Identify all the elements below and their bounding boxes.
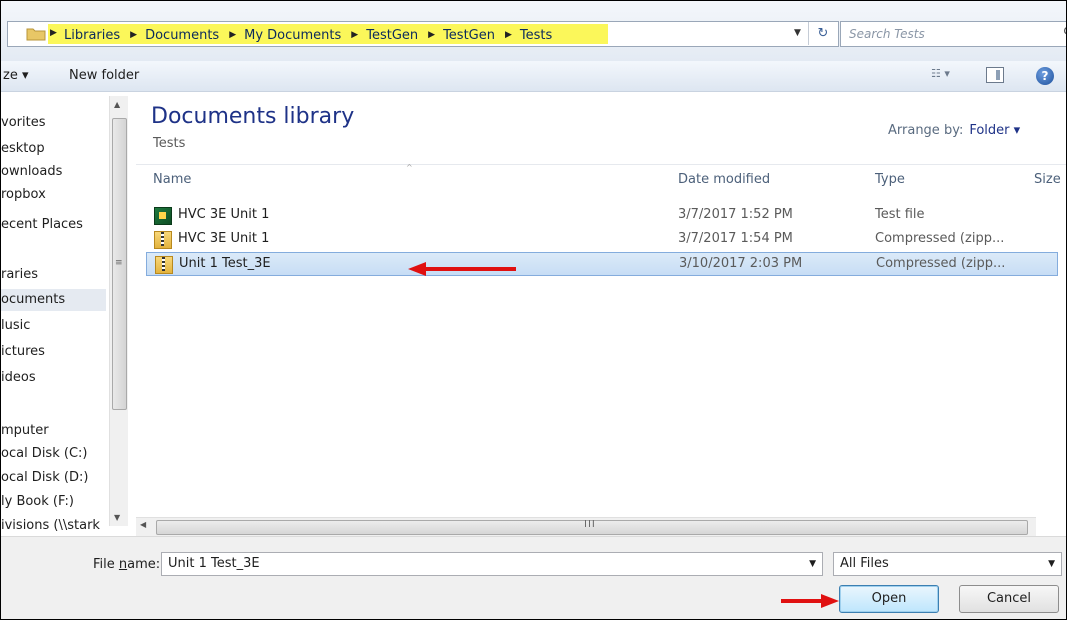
- crumb-testgen-1[interactable]: TestGen: [366, 28, 418, 43]
- preview-pane-icon[interactable]: [986, 67, 1004, 83]
- chevron-right-icon[interactable]: ▶: [505, 30, 512, 40]
- breadcrumb: ▶ Libraries ▶ Documents ▶ My Documents ▶…: [50, 27, 552, 43]
- file-type-filter[interactable]: All Files ▼: [833, 552, 1062, 576]
- horizontal-scrollbar[interactable]: ◀ III: [136, 517, 1036, 536]
- file-row[interactable]: HVC 3E Unit 1 3/7/2017 1:54 PM Compresse…: [146, 228, 1056, 250]
- cancel-button[interactable]: Cancel: [959, 585, 1059, 613]
- arrange-label: Arrange by:: [888, 123, 964, 138]
- chevron-right-icon[interactable]: ▶: [229, 30, 236, 40]
- file-type: Test file: [875, 207, 925, 222]
- file-name-label-pre: File: [93, 557, 119, 572]
- file-name-field[interactable]: Unit 1 Test_3E ▼: [161, 552, 823, 576]
- organize-button[interactable]: ze ▾: [3, 68, 28, 83]
- chevron-right-icon[interactable]: ▶: [428, 30, 435, 40]
- scroll-down-icon[interactable]: ▼: [114, 513, 120, 522]
- search-icon[interactable]: ⚲: [1063, 25, 1066, 41]
- chevron-down-icon[interactable]: ▼: [1048, 559, 1055, 569]
- nav-item-desktop[interactable]: esktop: [1, 138, 106, 160]
- file-name-value: Unit 1 Test_3E: [168, 556, 260, 571]
- nav-item-libraries[interactable]: raries: [1, 264, 106, 286]
- nav-item-local-disk-d[interactable]: ocal Disk (D:): [1, 467, 106, 489]
- crumb-documents[interactable]: Documents: [145, 28, 219, 43]
- file-date: 3/7/2017 1:52 PM: [678, 207, 793, 222]
- chevron-right-icon: ▶: [50, 28, 57, 38]
- help-icon[interactable]: ?: [1036, 67, 1054, 85]
- navigation-pane: vorites esktop ownloads ropbox ecent Pla…: [1, 92, 106, 546]
- refresh-icon[interactable]: ↻: [808, 22, 837, 45]
- column-date-modified[interactable]: Date modified: [678, 172, 770, 187]
- arrange-dropdown[interactable]: Folder ▾: [969, 123, 1020, 138]
- file-type: Compressed (zipp...: [876, 256, 1006, 271]
- file-row-selected[interactable]: Unit 1 Test_3E 3/10/2017 2:03 PM Compres…: [146, 252, 1058, 276]
- library-title: Documents library: [151, 104, 355, 129]
- file-open-dialog: ▶ Libraries ▶ Documents ▶ My Documents ▶…: [0, 0, 1067, 620]
- file-name: HVC 3E Unit 1: [178, 207, 270, 222]
- file-list-pane: Documents library Tests Arrange by: Folde…: [136, 92, 1066, 536]
- nav-scrollbar[interactable]: ▲ ≡ ▼: [109, 96, 128, 526]
- file-name: HVC 3E Unit 1: [178, 231, 270, 246]
- file-name-label-accesskey: n: [118, 557, 128, 572]
- annotation-arrow-icon: [408, 262, 516, 276]
- search-input[interactable]: Search Tests ⚲: [840, 21, 1066, 47]
- arrange-by: Arrange by: Folder ▾: [888, 123, 1020, 138]
- new-folder-button[interactable]: New folder: [69, 68, 139, 83]
- nav-item-computer[interactable]: mputer: [1, 420, 106, 442]
- file-type: Compressed (zipp...: [875, 231, 1005, 246]
- file-date: 3/10/2017 2:03 PM: [679, 256, 803, 271]
- column-headers: ^ Name Date modified Type Size: [136, 163, 1066, 193]
- crumb-tests[interactable]: Tests: [520, 28, 552, 43]
- crumb-testgen-2[interactable]: TestGen: [443, 28, 495, 43]
- nav-item-documents[interactable]: ocuments: [1, 289, 106, 311]
- nav-item-recent-places[interactable]: ecent Places: [1, 214, 106, 236]
- file-name-label-post: ame:: [127, 557, 161, 572]
- views-icon[interactable]: ☷ ▾: [931, 67, 967, 85]
- sort-caret-icon: ^: [406, 163, 413, 172]
- scroll-grip-icon: III: [584, 519, 596, 530]
- nav-item-music[interactable]: lusic: [1, 315, 106, 337]
- filter-value: All Files: [840, 556, 889, 571]
- library-subtitle: Tests: [153, 136, 186, 151]
- nav-item-my-book-f[interactable]: ly Book (F:): [1, 491, 106, 513]
- search-placeholder: Search Tests: [849, 27, 925, 41]
- column-size[interactable]: Size: [1034, 172, 1061, 187]
- column-type[interactable]: Type: [875, 172, 905, 187]
- nav-item-local-disk-c[interactable]: ocal Disk (C:): [1, 443, 106, 465]
- nav-item-dropbox[interactable]: ropbox: [1, 184, 106, 206]
- open-button[interactable]: Open: [839, 585, 939, 613]
- file-date: 3/7/2017 1:54 PM: [678, 231, 793, 246]
- address-dropdown-icon[interactable]: ▼: [794, 28, 801, 38]
- command-bar: ze ▾ New folder ☷ ▾ ?: [1, 61, 1066, 92]
- chevron-down-icon[interactable]: ▼: [809, 559, 816, 569]
- zip-folder-icon: [154, 231, 172, 249]
- nav-item-pictures[interactable]: ictures: [1, 341, 106, 363]
- column-name[interactable]: Name: [153, 172, 191, 187]
- nav-item-videos[interactable]: ideos: [1, 367, 106, 389]
- file-name-label: File name:: [93, 557, 160, 572]
- test-file-icon: [154, 207, 172, 225]
- folder-icon: [26, 28, 46, 41]
- crumb-libraries[interactable]: Libraries: [64, 28, 120, 43]
- nav-item-favorites[interactable]: vorites: [1, 112, 106, 134]
- crumb-my-documents[interactable]: My Documents: [244, 28, 341, 43]
- annotation-arrow-icon: [781, 594, 839, 608]
- scroll-left-icon[interactable]: ◀: [140, 520, 146, 529]
- nav-item-network-divisions[interactable]: ivisions (\\stark: [1, 515, 106, 537]
- nav-item-downloads[interactable]: ownloads: [1, 161, 106, 183]
- address-bar[interactable]: ▶ Libraries ▶ Documents ▶ My Documents ▶…: [7, 21, 839, 47]
- zip-folder-icon: [155, 256, 173, 274]
- address-bar-row: ▶ Libraries ▶ Documents ▶ My Documents ▶…: [1, 1, 1066, 61]
- scroll-up-icon[interactable]: ▲: [114, 100, 120, 109]
- scroll-grip-icon: ≡: [115, 258, 123, 268]
- dialog-footer: File name: Unit 1 Test_3E ▼ All Files ▼ …: [1, 536, 1066, 619]
- file-row[interactable]: HVC 3E Unit 1 3/7/2017 1:52 PM Test file: [146, 204, 1056, 226]
- file-name: Unit 1 Test_3E: [179, 256, 271, 271]
- chevron-right-icon[interactable]: ▶: [351, 30, 358, 40]
- chevron-right-icon[interactable]: ▶: [130, 30, 137, 40]
